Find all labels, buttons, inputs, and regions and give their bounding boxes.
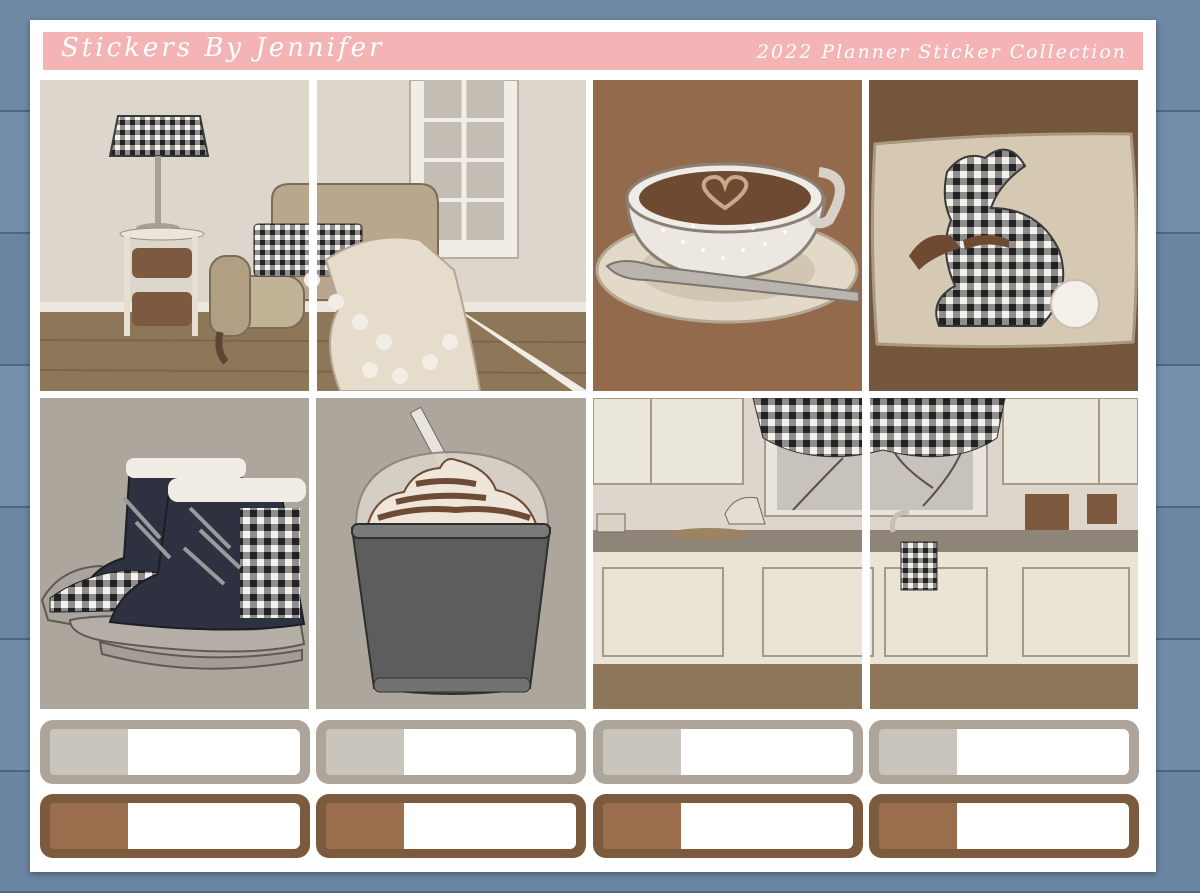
label-color-swatch [326,729,404,775]
armchair-lamp-scene-icon [40,80,586,391]
brown-label-3[interactable] [593,794,863,858]
label-write-area [681,729,853,775]
brown-label-2[interactable] [316,794,586,858]
gray-label-3[interactable] [593,720,863,784]
living-room-chair-sticker[interactable] [40,80,586,391]
label-write-area [957,729,1129,775]
label-color-swatch [50,803,128,849]
brown-label-1[interactable] [40,794,310,858]
gingham-bunny-pillow-icon [869,80,1138,391]
label-write-area [681,803,853,849]
coffee-cup-icon [593,80,862,391]
gray-label-4[interactable] [869,720,1139,784]
label-color-swatch [326,803,404,849]
gray-label-2[interactable] [316,720,586,784]
label-write-area [957,803,1129,849]
gray-label-1[interactable] [40,720,310,784]
whipped-drink-icon [316,398,586,709]
label-write-area [128,729,300,775]
boots-icon [40,398,309,709]
brand-title: Stickers By Jennifer [61,33,385,63]
brown-label-4[interactable] [869,794,1139,858]
label-write-area [404,803,576,849]
collection-title: 2022 Planner Sticker Collection [756,41,1127,63]
label-color-swatch [879,803,957,849]
label-color-swatch [879,729,957,775]
label-write-area [128,803,300,849]
label-write-area [404,729,576,775]
kitchen-counter-scene-icon [593,398,1138,709]
sticker-sheet: Stickers By Jennifer 2022 Planner Sticke… [30,20,1156,872]
kitchen-scene-sticker[interactable] [593,398,1138,709]
label-color-swatch [603,803,681,849]
latte-cup-sticker[interactable] [593,80,862,391]
label-color-swatch [50,729,128,775]
winter-boots-sticker[interactable] [40,398,309,709]
header-banner: Stickers By Jennifer 2022 Planner Sticke… [43,32,1143,70]
bunny-pillow-sticker[interactable] [869,80,1138,391]
label-color-swatch [603,729,681,775]
frappe-drink-sticker[interactable] [316,398,586,709]
